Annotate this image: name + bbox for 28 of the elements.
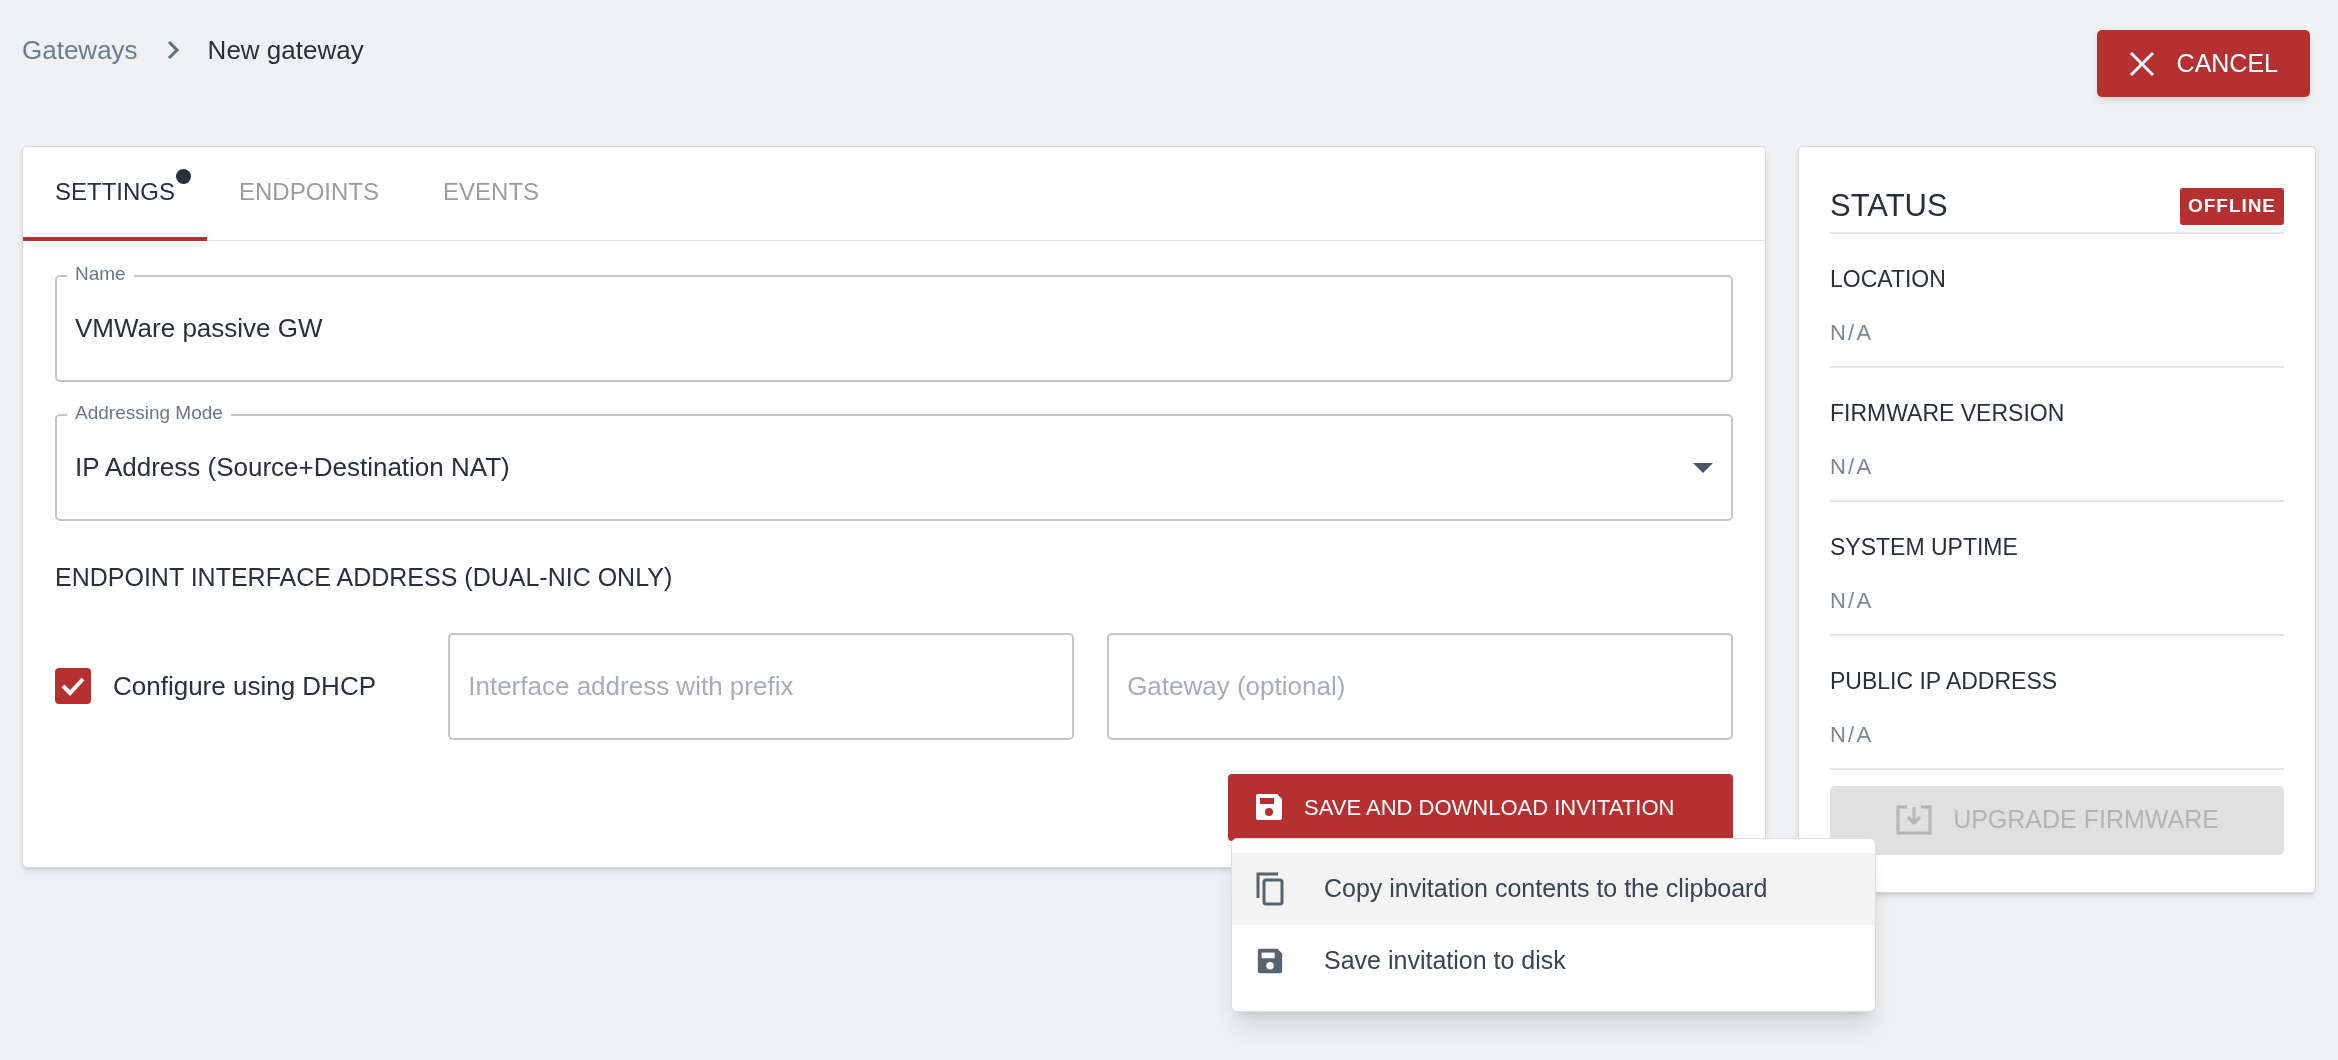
dropdown-caret-icon [1693, 462, 1713, 473]
menu-item[interactable]: Save invitation to disk [1232, 925, 1875, 997]
gateway-field[interactable]: Gateway (optional) [1107, 632, 1733, 740]
interface-address-field[interactable]: Interface address with prefix [448, 632, 1075, 740]
section-heading: ENDPOINT INTERFACE ADDRESS (DUAL-NIC ONLY) [55, 562, 674, 593]
close-icon [2128, 50, 2155, 77]
status-title: STATUS [1830, 187, 1948, 225]
status-value: N/A [1830, 319, 1875, 347]
status-value: N/A [1830, 721, 1875, 749]
tab[interactable]: SETTINGS [23, 147, 207, 241]
download-icon [1895, 804, 1934, 836]
cancel-button[interactable]: CANCEL [2096, 30, 2310, 97]
status-label: PUBLIC IP ADDRESS [1830, 666, 2059, 696]
checkmark-icon [60, 676, 86, 696]
breadcrumb-current: New gateway [207, 33, 364, 67]
status-value: N/A [1830, 587, 1875, 615]
chevron-right-icon [165, 40, 180, 60]
status-label: LOCATION [1830, 264, 1947, 294]
menu-item[interactable]: Copy invitation contents to the clipboard [1232, 853, 1875, 925]
status-label: SYSTEM UPTIME [1830, 532, 2019, 562]
breadcrumb-link[interactable]: Gateways [22, 30, 138, 70]
status-badge: OFFLINE [2180, 188, 2284, 225]
copy-icon [1256, 872, 1284, 906]
status-label: FIRMWARE VERSION [1830, 398, 2066, 428]
checkbox[interactable] [55, 668, 91, 704]
status-value: N/A [1830, 453, 1875, 481]
checkbox-label: Configure using DHCP [113, 669, 376, 703]
save-button[interactable]: SAVE AND DOWNLOAD INVITATION [1228, 773, 1733, 841]
